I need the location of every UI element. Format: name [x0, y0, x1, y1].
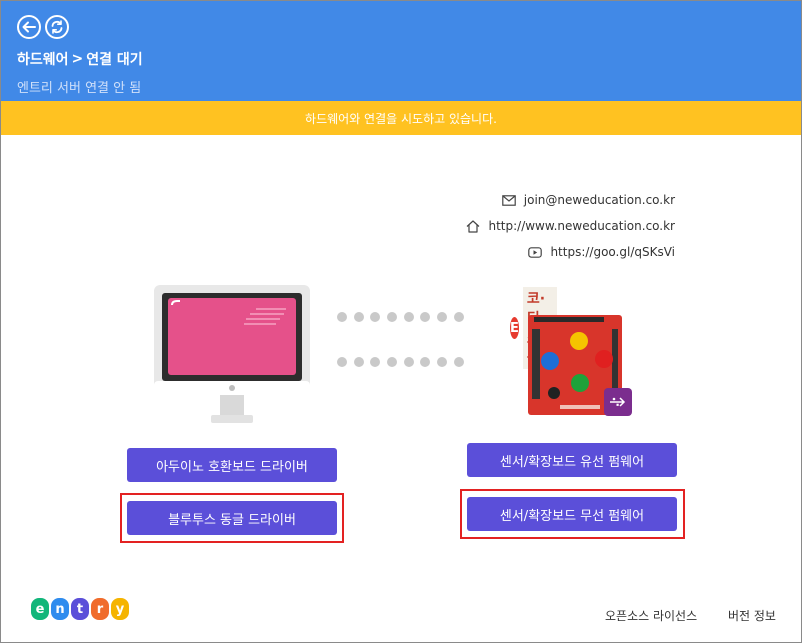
refresh-button[interactable] [45, 15, 69, 39]
entry-logo-letter-r: r [91, 598, 109, 620]
contact-email[interactable]: join@neweducation.co.kr [524, 193, 675, 207]
breadcrumb: 하드웨어 > 연결 대기 [17, 49, 143, 69]
contact-youtube[interactable]: https://goo.gl/qSKsVi [550, 245, 675, 259]
wired-firmware-label: 센서/확장보드 유선 펌웨어 [499, 454, 645, 470]
contact-info: join@neweducation.co.kr http://www.newed… [466, 187, 675, 265]
wired-firmware-button[interactable]: 센서/확장보드 유선 펌웨어 [467, 443, 677, 477]
breadcrumb-status: 연결 대기 [86, 52, 143, 68]
contact-youtube-row: https://goo.gl/qSKsVi [466, 239, 675, 265]
server-status-text: 엔트리 서버 연결 안 됨 [17, 81, 142, 96]
wireless-firmware-label: 센서/확장보드 무선 펌웨어 [499, 508, 645, 524]
contact-email-row: join@neweducation.co.kr [466, 187, 675, 213]
version-info-link[interactable]: 버전 정보 [728, 607, 776, 624]
arduino-driver-button[interactable]: 아두이노 호환보드 드라이버 [127, 448, 337, 482]
entry-logo-letter-y: y [111, 598, 129, 620]
banner-message: 하드웨어와 연결을 시도하고 있습니다. [305, 111, 497, 126]
connection-dots-bottom [337, 352, 471, 371]
entry-logo-letter-e: e [31, 598, 49, 620]
arduino-driver-label: 아두이노 호환보드 드라이버 [156, 459, 308, 475]
usb-icon [604, 388, 632, 416]
entry-logo-letter-t: t [71, 598, 89, 620]
bluetooth-dongle-driver-button[interactable]: 블루투스 동글 드라이버 [127, 501, 337, 535]
back-button[interactable] [17, 15, 41, 39]
wireless-firmware-button[interactable]: 센서/확장보드 무선 펌웨어 [467, 497, 677, 531]
brand-initial: E [510, 317, 519, 339]
hardware-window: 하드웨어 > 연결 대기 엔트리 서버 연결 안 됨 하드웨어와 연결을 시도하… [0, 0, 802, 643]
breadcrumb-hardware: 하드웨어 [17, 52, 69, 68]
monitor-icon [154, 285, 310, 423]
contact-website-row: http://www.neweducation.co.kr [466, 213, 675, 239]
home-icon [467, 219, 480, 233]
header: 하드웨어 > 연결 대기 엔트리 서버 연결 안 됨 [1, 1, 801, 101]
entry-logo: e n t r y [31, 598, 129, 620]
entry-logo-letter-n: n [51, 598, 69, 620]
bluetooth-dongle-driver-label: 블루투스 동글 드라이버 [168, 512, 296, 528]
refresh-icon [51, 20, 63, 34]
youtube-icon [528, 246, 543, 258]
arrow-left-icon [22, 21, 36, 33]
breadcrumb-separator: > [71, 51, 84, 67]
mail-icon [501, 194, 516, 206]
open-source-license-link[interactable]: 오픈소스 라이선스 [605, 607, 697, 624]
connection-banner: 하드웨어와 연결을 시도하고 있습니다. [1, 101, 801, 135]
contact-website[interactable]: http://www.neweducation.co.kr [488, 219, 675, 233]
connection-dots-top [337, 307, 471, 326]
